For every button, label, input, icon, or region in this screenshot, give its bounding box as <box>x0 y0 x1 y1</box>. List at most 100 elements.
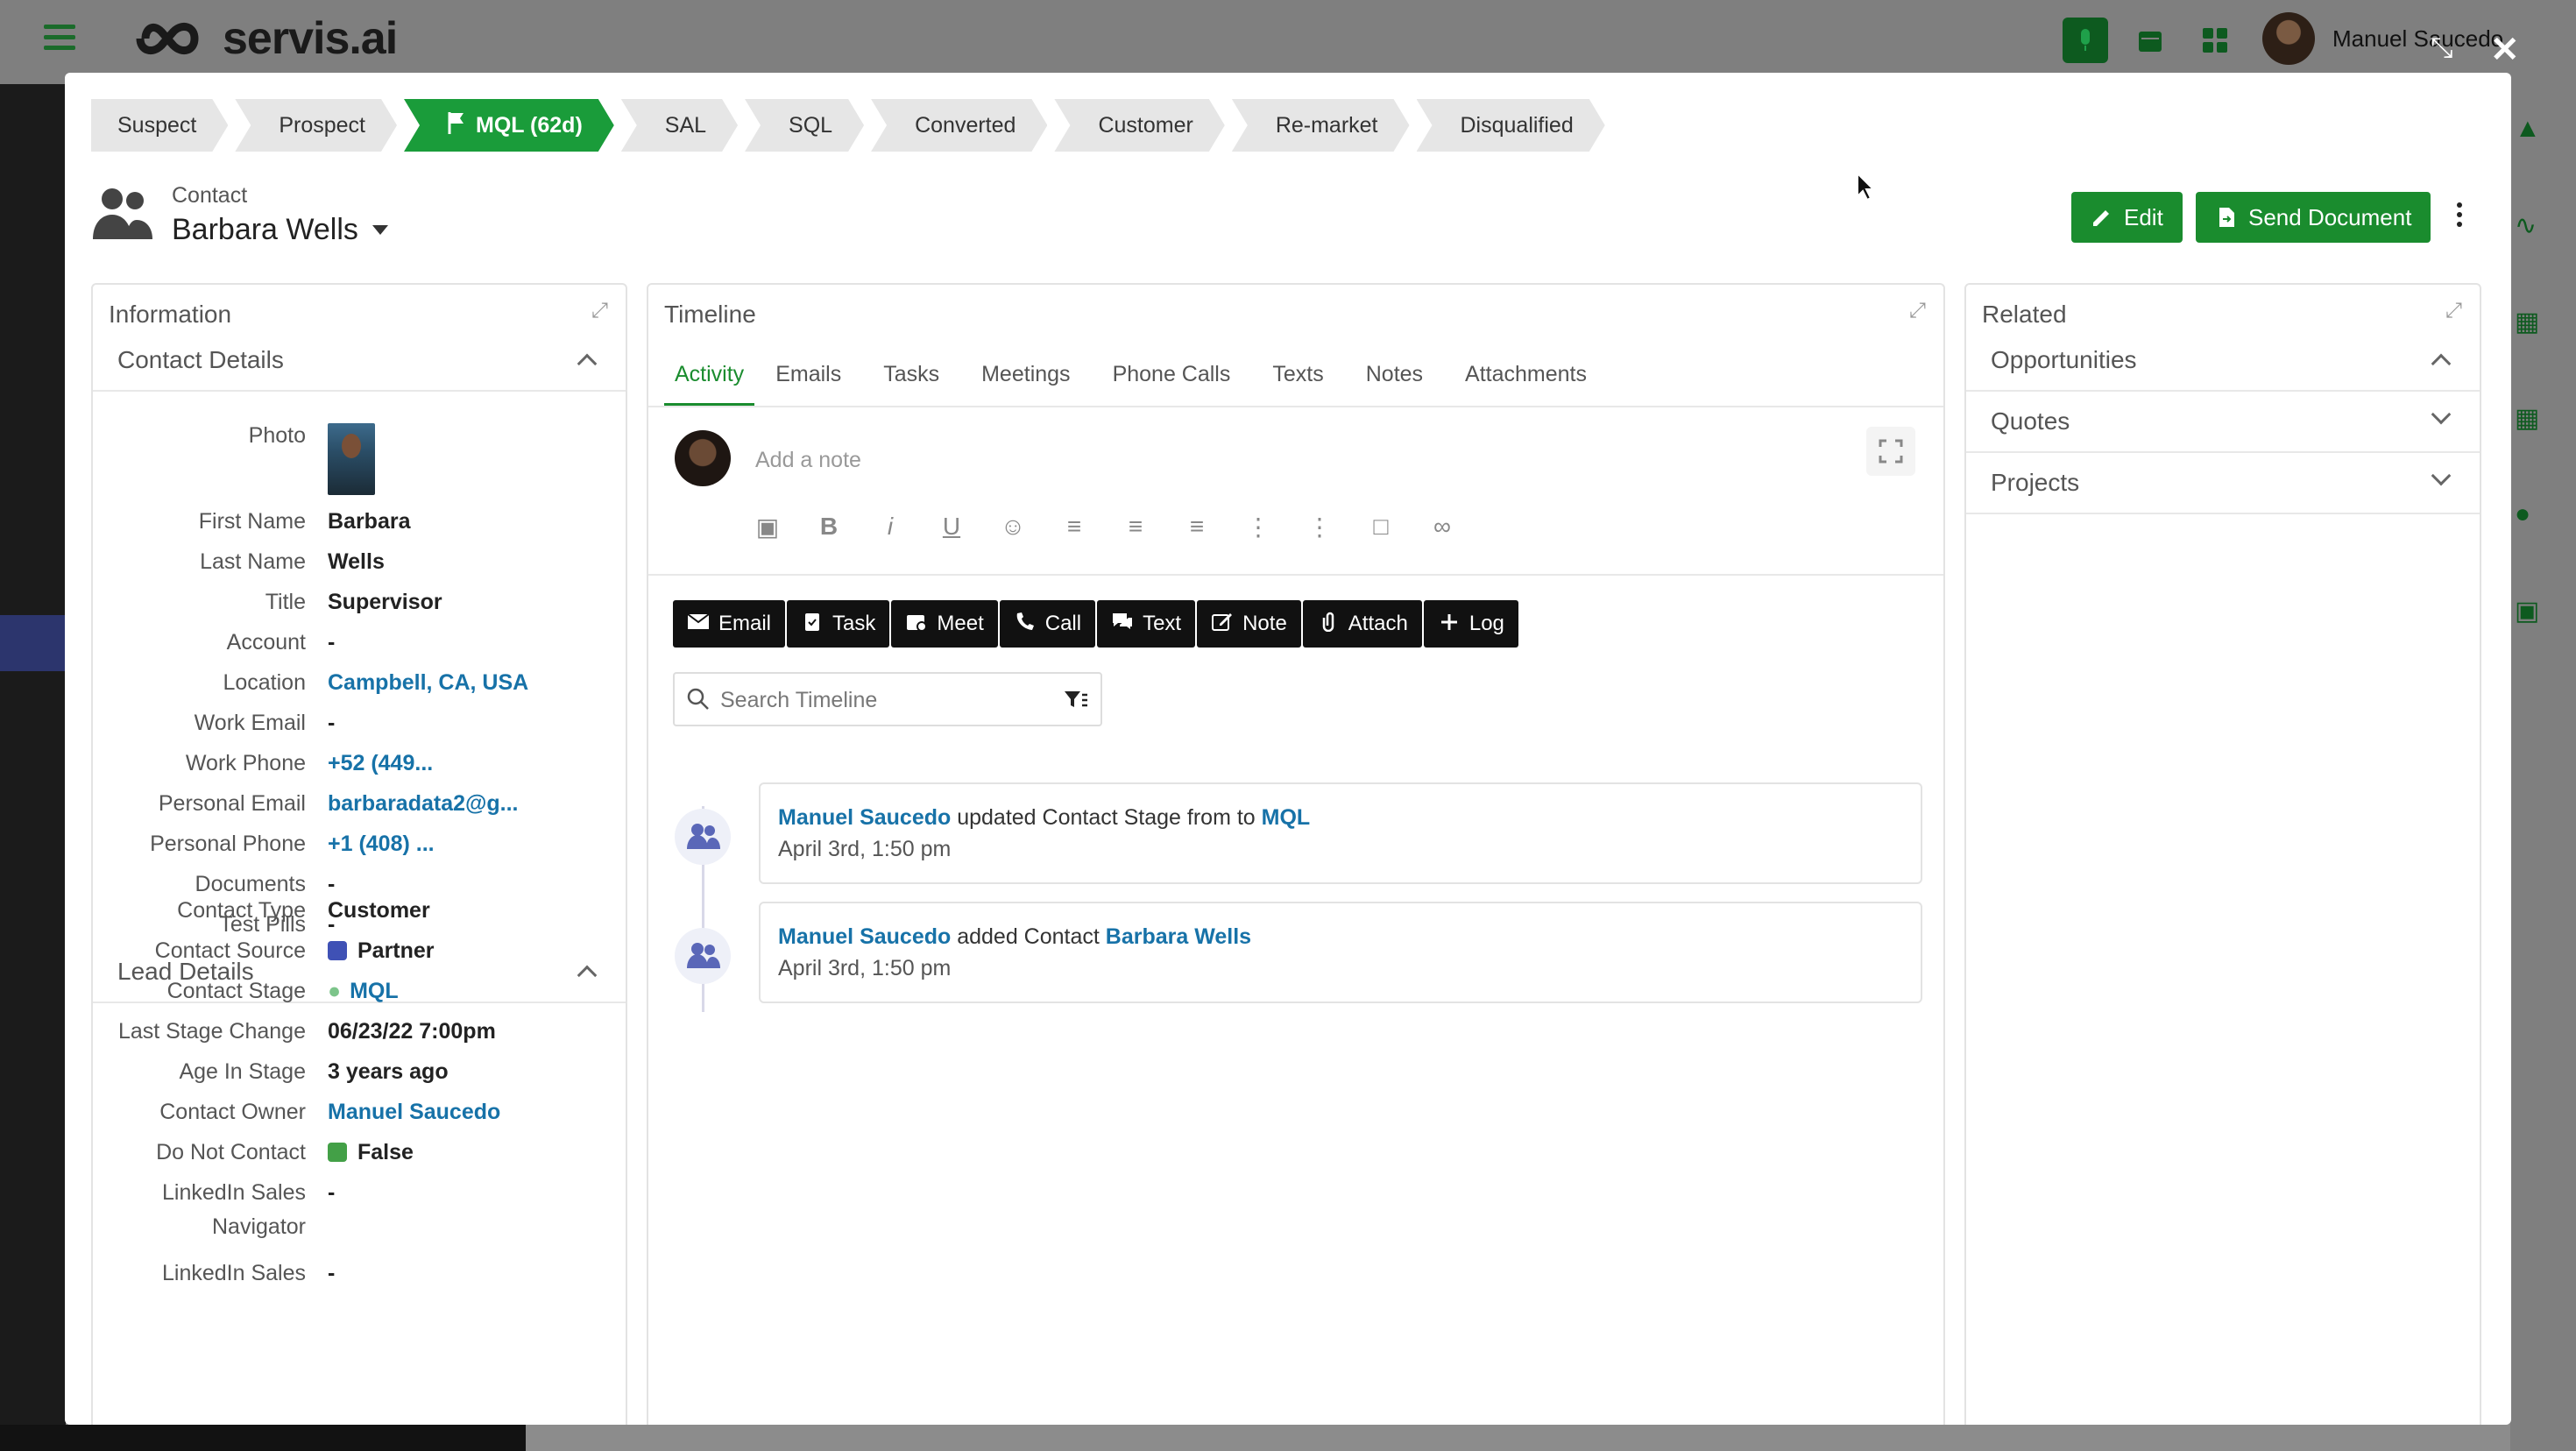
collapse-icon[interactable]: ⤡ <box>2431 32 2453 65</box>
clipboard-icon[interactable]: ▦ <box>2515 307 2539 337</box>
action-label: Email <box>718 612 772 635</box>
email-action-button[interactable]: Email <box>673 600 786 648</box>
task-action-button[interactable]: Task <box>787 600 890 648</box>
stage-label: Disqualified <box>1460 112 1574 138</box>
tab-attachments[interactable]: Attachments <box>1444 350 1608 407</box>
bullet-list-icon[interactable]: ⋮ <box>1244 513 1272 541</box>
expand-icon[interactable]: ⤢ <box>591 299 608 323</box>
chevron-up-icon <box>2431 353 2452 374</box>
field-value: False <box>328 1140 414 1165</box>
expand-icon[interactable]: ⤢ <box>2445 299 2462 323</box>
bell-icon[interactable]: ▲ <box>2515 114 2541 144</box>
tab-activity[interactable]: Activity <box>664 350 755 407</box>
field-value: - <box>328 872 336 896</box>
fullscreen-icon[interactable] <box>1866 427 1915 476</box>
menu-icon[interactable] <box>44 25 75 51</box>
record-type: Contact <box>172 183 248 208</box>
related-quotes[interactable]: Quotes <box>1966 392 2480 453</box>
log-icon <box>1438 611 1469 638</box>
record-name-dropdown[interactable]: Barbara Wells <box>172 213 388 247</box>
tab-emails[interactable]: Emails <box>754 350 862 407</box>
stage-0[interactable]: Suspect <box>91 99 228 152</box>
field-label: Contact Owner <box>159 1100 306 1125</box>
call-action-button[interactable]: Call <box>999 600 1096 648</box>
entry-actor-link[interactable]: Manuel Saucedo <box>778 805 951 830</box>
field-value[interactable]: ● MQL <box>328 979 399 1004</box>
close-icon[interactable]: ✕ <box>2490 30 2520 70</box>
link-icon[interactable]: ∞ <box>1428 513 1456 541</box>
tab-tasks[interactable]: Tasks <box>862 350 960 407</box>
emoji-icon[interactable]: ☺ <box>999 513 1027 541</box>
stage-7[interactable]: Re-market <box>1232 99 1410 152</box>
meet-action-button[interactable]: Meet <box>891 600 998 648</box>
align-center-icon[interactable]: ≡ <box>1122 513 1150 541</box>
field-value-text: 3 years ago <box>328 1059 449 1084</box>
pencil-icon <box>2093 210 2109 226</box>
field-value[interactable]: barbaradata2@g... <box>328 791 519 817</box>
activity-icon[interactable]: ∿ <box>2515 210 2537 241</box>
bold-icon[interactable]: B <box>815 513 843 541</box>
entry-action: updated Contact Stage from to <box>951 805 1262 830</box>
related-opportunities[interactable]: Opportunities <box>1966 330 2480 392</box>
field-label-text: Navigator <box>212 1214 306 1239</box>
action-label: Meet <box>937 612 984 635</box>
field-value[interactable]: +52 (449... <box>328 751 433 776</box>
related-projects[interactable]: Projects <box>1966 453 2480 514</box>
microphone-icon[interactable] <box>2063 18 2108 63</box>
numbered-list-icon[interactable]: ⋮ <box>1306 513 1334 541</box>
expand-icon[interactable]: ⤢ <box>1909 299 1926 323</box>
note-input[interactable]: Add a note <box>755 448 861 473</box>
stage-8[interactable]: Disqualified <box>1417 99 1605 152</box>
field-value: Customer <box>328 898 430 924</box>
action-label: Call <box>1044 612 1082 635</box>
note-action-button[interactable]: Note <box>1197 600 1301 648</box>
text-action-button[interactable]: Text <box>1097 600 1196 648</box>
field-value[interactable]: Campbell, CA, USA <box>328 670 528 696</box>
field-value: - <box>328 630 336 655</box>
field-value: - <box>328 711 336 735</box>
apps-grid-icon[interactable] <box>2192 18 2238 63</box>
entry-actor-link[interactable]: Manuel Saucedo <box>778 924 951 949</box>
search-timeline-input[interactable]: Search Timeline <box>673 672 1102 726</box>
file-icon[interactable]: □ <box>1367 513 1395 541</box>
stage-6[interactable]: Customer <box>1054 99 1224 152</box>
entry-target-link[interactable]: MQL <box>1262 805 1311 830</box>
underline-icon[interactable]: U <box>938 513 966 541</box>
image-icon[interactable]: ▣ <box>754 513 782 541</box>
align-left-icon[interactable]: ≡ <box>1060 513 1088 541</box>
tab-notes[interactable]: Notes <box>1345 350 1444 407</box>
terminal-icon[interactable]: ▣ <box>2515 596 2539 626</box>
calendar-side-icon[interactable]: ▦ <box>2515 403 2539 434</box>
align-right-icon[interactable]: ≡ <box>1183 513 1211 541</box>
chevron-up-icon <box>577 965 598 986</box>
edit-button[interactable]: Edit <box>2071 192 2183 243</box>
calendar-icon[interactable] <box>2127 18 2173 63</box>
filter-icon[interactable] <box>1064 690 1088 711</box>
help-icon[interactable]: ● <box>2515 499 2530 529</box>
field-value[interactable]: Manuel Saucedo <box>328 1100 500 1125</box>
attach-action-button[interactable]: Attach <box>1302 600 1422 648</box>
user-menu[interactable]: Manuel Saucedo <box>2262 12 2503 65</box>
timeline-panel: Timeline ⤢ Activity Emails Tasks Meetings Ph… <box>647 283 1945 1425</box>
tab-phone-calls[interactable]: Phone Calls <box>1092 350 1252 407</box>
more-options-icon[interactable] <box>2457 202 2464 231</box>
send-document-button[interactable]: Send Document <box>2196 192 2431 243</box>
stage-2[interactable]: MQL (62d) <box>404 99 614 152</box>
contact-details-header[interactable]: Contact Details <box>93 330 626 392</box>
sidebar-item-contacts[interactable] <box>0 615 66 671</box>
tab-meetings[interactable]: Meetings <box>960 350 1091 407</box>
field-label: Photo <box>248 423 306 448</box>
stage-3[interactable]: SAL <box>621 99 738 152</box>
color-swatch <box>328 1143 347 1162</box>
entry-target-link[interactable]: Barbara Wells <box>1106 924 1251 949</box>
stage-pipeline: Suspect Prospect MQL (62d) SAL SQL Converted C… <box>91 99 1612 152</box>
field-value[interactable]: +1 (408) ... <box>328 832 435 857</box>
stage-label: Prospect <box>279 112 366 138</box>
stage-4[interactable]: SQL <box>745 99 864 152</box>
stage-5[interactable]: Converted <box>871 99 1047 152</box>
log-action-button[interactable]: Log <box>1423 600 1518 648</box>
tab-texts[interactable]: Texts <box>1251 350 1344 407</box>
italic-icon[interactable]: i <box>876 513 904 541</box>
contact-photo[interactable] <box>328 423 375 495</box>
stage-1[interactable]: Prospect <box>235 99 397 152</box>
